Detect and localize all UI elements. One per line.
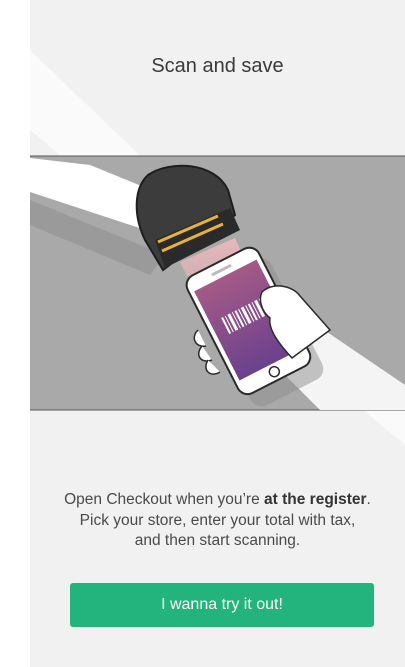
instructions-emphasis: at the register (264, 491, 367, 508)
try-it-out-button[interactable]: I wanna try it out! (70, 583, 374, 627)
page-title: Scan and save (151, 55, 284, 77)
instructions-line1-start: Open Checkout when you’re (64, 491, 265, 508)
scan-illustration (30, 50, 405, 445)
instructions-line2: Pick your store, enter your total with t… (79, 511, 356, 529)
instructions-text: Open Checkout when you’re at the registe… (30, 490, 405, 552)
instructions-line3: and then start scanning. (134, 532, 301, 549)
onboarding-screen: Scan and save Open Checkout when you’re … (30, 0, 405, 667)
instructions-line1-end: . (366, 491, 371, 508)
